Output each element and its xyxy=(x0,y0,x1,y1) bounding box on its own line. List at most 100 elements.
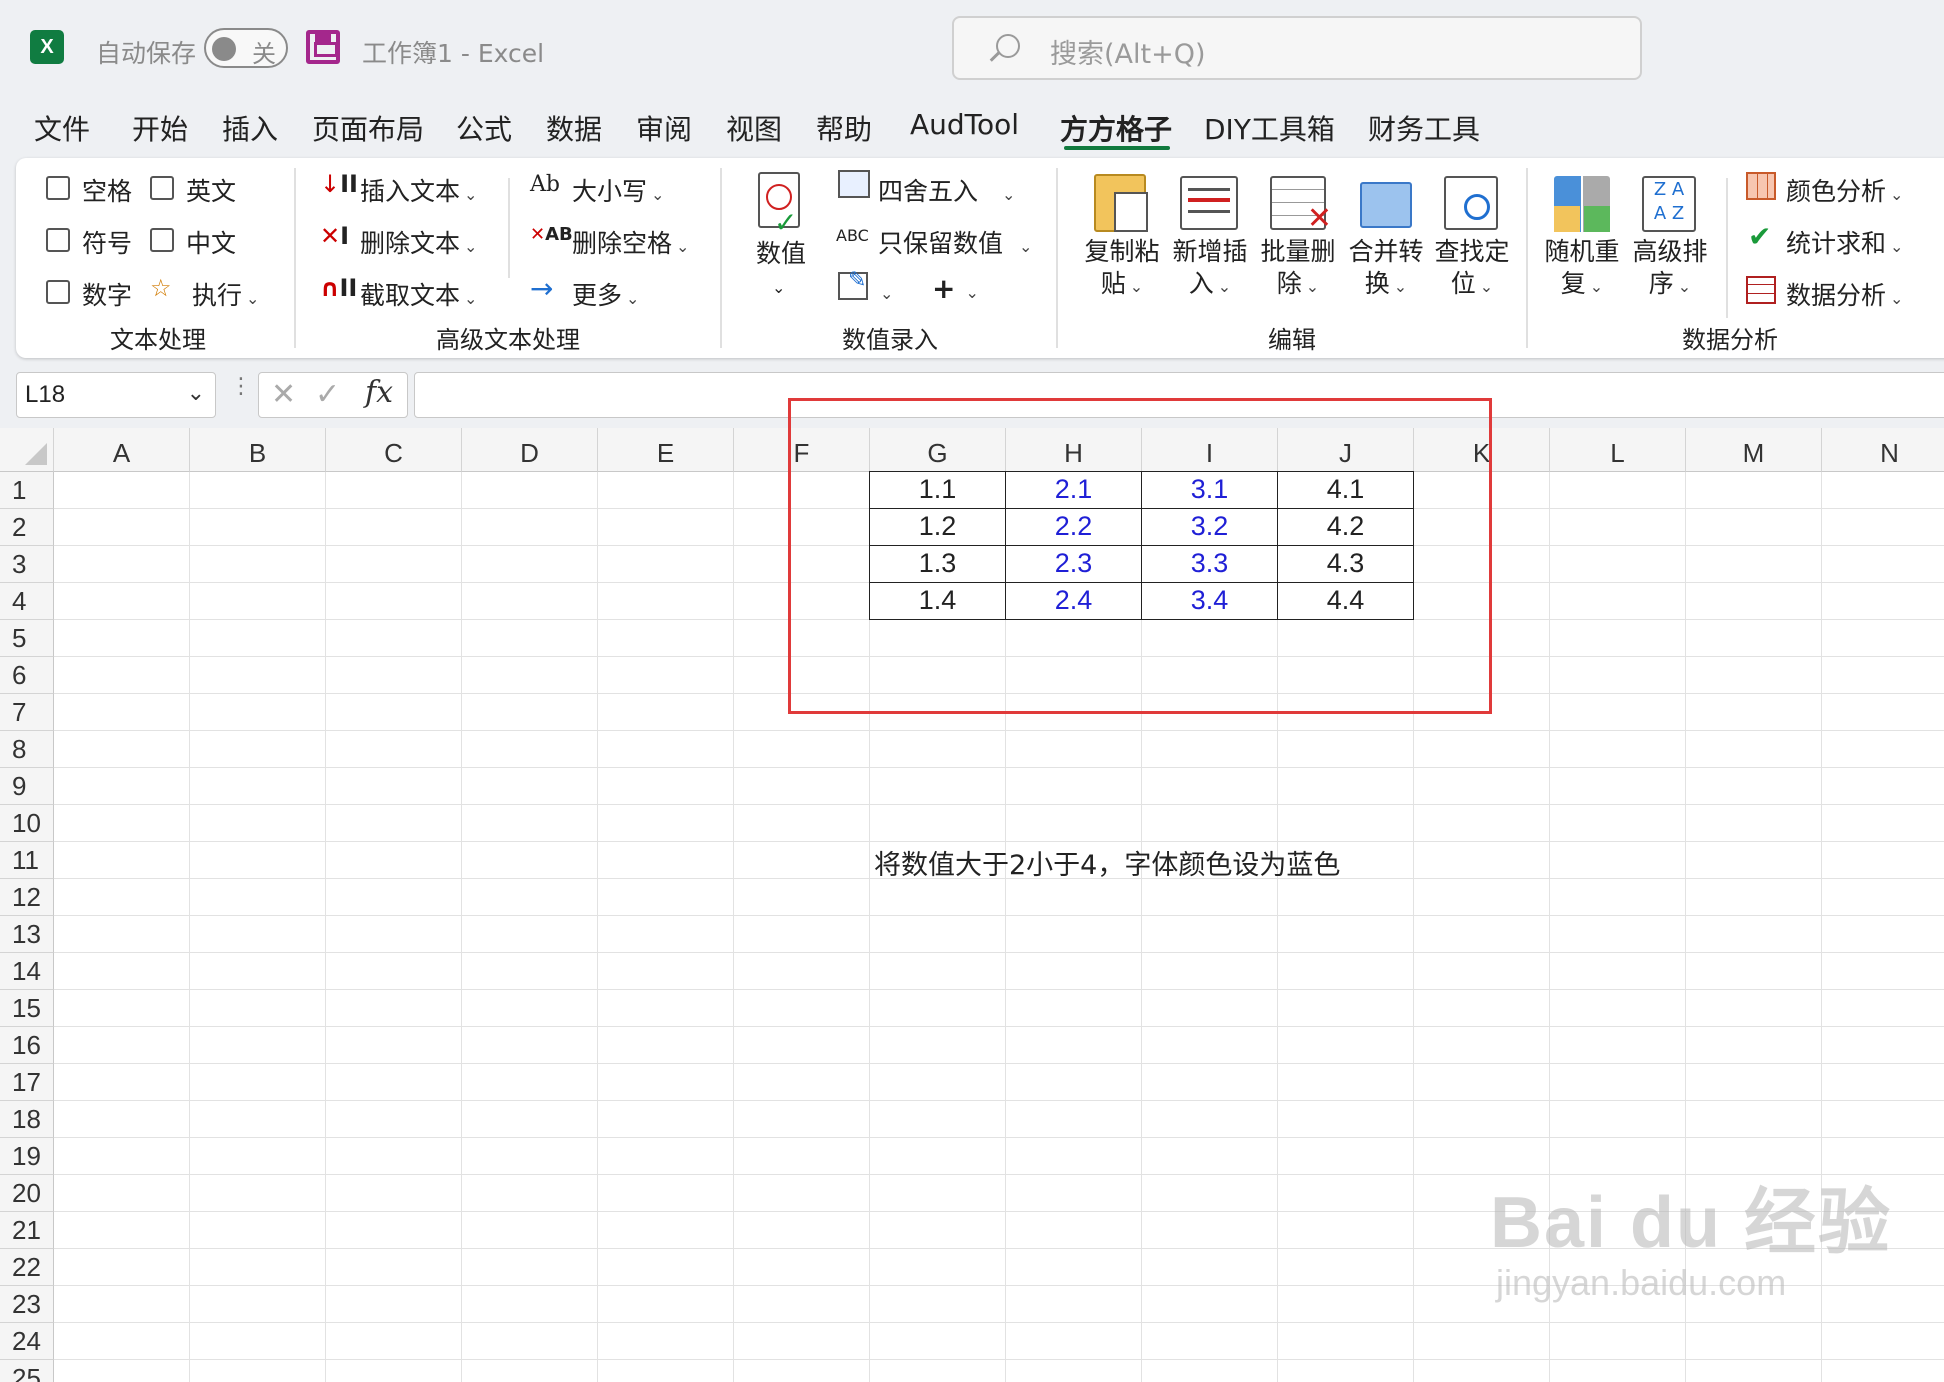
round-button[interactable]: 四舍五入 ⌄ xyxy=(878,172,1015,208)
delete-text-button[interactable]: 删除文本 ⌄ xyxy=(360,224,477,260)
ribbon: 空格 英文 符号 中文 数字 ☆ 执行 ⌄ 文本处理 ↓II 插入文本 ⌄ ✕I 删… xyxy=(16,158,1944,358)
new-insert-button[interactable]: 新增插入 ⌄ xyxy=(1166,236,1254,303)
tab-home[interactable]: 开始 xyxy=(132,108,188,148)
instruction-note[interactable]: 将数值大于2小于4，字体颜色设为蓝色 xyxy=(874,843,1340,882)
checkbox-english[interactable] xyxy=(150,176,174,200)
toggle-knob xyxy=(212,37,236,61)
row-header-7[interactable]: 7 xyxy=(0,694,54,731)
row-header-8[interactable]: 8 xyxy=(0,731,54,768)
group-label-edit: 编辑 xyxy=(1268,326,1316,354)
row-header-17[interactable]: 17 xyxy=(0,1064,54,1101)
tab-review[interactable]: 审阅 xyxy=(636,108,692,148)
autosave-toggle[interactable]: 关 xyxy=(204,28,288,68)
tab-page-layout[interactable]: 页面布局 xyxy=(312,108,424,148)
row-header-14[interactable]: 14 xyxy=(0,953,54,990)
checkbox-number[interactable] xyxy=(46,280,70,304)
column-header-m[interactable]: M xyxy=(1686,428,1822,472)
find-locate-icon xyxy=(1444,176,1498,230)
chevron-down-icon[interactable]: ⌄ xyxy=(187,381,205,406)
row-header-5[interactable]: 5 xyxy=(0,620,54,657)
row-header-15[interactable]: 15 xyxy=(0,990,54,1027)
column-header-l[interactable]: L xyxy=(1550,428,1686,472)
value-dropdown-chevron[interactable]: ⌄ xyxy=(772,272,785,304)
plus-button[interactable]: + ⌄ xyxy=(932,272,979,305)
check-icon[interactable]: ✓ xyxy=(315,377,340,412)
column-header-d[interactable]: D xyxy=(462,428,598,472)
case-button[interactable]: 大小写 ⌄ xyxy=(572,172,664,208)
column-header-b[interactable]: B xyxy=(190,428,326,472)
row-header-19[interactable]: 19 xyxy=(0,1138,54,1175)
select-all-corner[interactable] xyxy=(0,428,54,472)
random-repeat-button[interactable]: 随机重复 ⌄ xyxy=(1538,236,1626,303)
row-header-23[interactable]: 23 xyxy=(0,1286,54,1323)
more-options-icon[interactable]: ⋮ xyxy=(230,374,252,399)
row-header-4[interactable]: 4 xyxy=(0,583,54,620)
insert-text-button[interactable]: 插入文本 ⌄ xyxy=(360,172,477,208)
tab-file[interactable]: 文件 xyxy=(34,108,90,148)
spreadsheet-grid[interactable]: ABCDEFGHIJKLMN 1 2 3 4 5 6 7 8 9 10 11 12 13 14 15 16 17… xyxy=(0,398,1944,1382)
edit-pen-dropdown[interactable]: ⌄ xyxy=(876,276,893,305)
tab-finance-tools[interactable]: 财务工具 xyxy=(1368,108,1480,148)
name-box-value: L18 xyxy=(25,381,66,408)
more-button[interactable]: 更多 ⌄ xyxy=(572,276,639,312)
checkbox-symbol[interactable] xyxy=(46,228,70,252)
checkbox-space[interactable] xyxy=(46,176,70,200)
checkbox-chinese-label: 中文 xyxy=(186,229,237,258)
tab-view[interactable]: 视图 xyxy=(726,108,782,148)
data-analysis-button[interactable]: 数据分析 ⌄ xyxy=(1786,276,1903,312)
row-header-12[interactable]: 12 xyxy=(0,879,54,916)
row-header-13[interactable]: 13 xyxy=(0,916,54,953)
copy-paste-button[interactable]: 复制粘贴 ⌄ xyxy=(1078,236,1166,303)
grid-vline xyxy=(461,472,462,1382)
cancel-icon[interactable]: ✕ xyxy=(271,377,296,412)
batch-delete-button[interactable]: 批量删除 ⌄ xyxy=(1254,236,1342,303)
row-header-11[interactable]: 11 xyxy=(0,842,54,879)
name-box[interactable]: L18 ⌄ xyxy=(16,372,216,418)
find-locate-button[interactable]: 查找定位 ⌄ xyxy=(1428,236,1516,303)
value-icon: ✓ xyxy=(758,172,800,239)
search-box[interactable]: 搜索(Alt+Q) xyxy=(952,16,1642,80)
row-header-16[interactable]: 16 xyxy=(0,1027,54,1064)
tab-fangfang[interactable]: 方方格子 xyxy=(1060,108,1172,148)
row-header-3[interactable]: 3 xyxy=(0,546,54,583)
row-header-24[interactable]: 24 xyxy=(0,1323,54,1360)
column-header-n[interactable]: N xyxy=(1822,428,1944,472)
column-header-e[interactable]: E xyxy=(598,428,734,472)
document-title: 工作簿1 - Excel xyxy=(362,39,545,68)
stat-sum-icon: ✔ xyxy=(1748,220,1772,253)
column-header-c[interactable]: C xyxy=(326,428,462,472)
row-header-2[interactable]: 2 xyxy=(0,509,54,546)
execute-button[interactable]: 执行 ⌄ xyxy=(192,276,259,312)
highlight-box xyxy=(788,398,1492,714)
row-header-9[interactable]: 9 xyxy=(0,768,54,805)
merge-convert-button[interactable]: 合并转换 ⌄ xyxy=(1342,236,1430,303)
keep-value-button[interactable]: 只保留数值 ⌄ xyxy=(878,224,1032,260)
row-header-10[interactable]: 10 xyxy=(0,805,54,842)
tab-formulas[interactable]: 公式 xyxy=(456,108,512,148)
row-header-20[interactable]: 20 xyxy=(0,1175,54,1212)
group-separator xyxy=(1526,168,1528,348)
advanced-sort-button[interactable]: 高级排序 ⌄ xyxy=(1626,236,1714,303)
tab-insert[interactable]: 插入 xyxy=(222,108,278,148)
row-header-21[interactable]: 21 xyxy=(0,1212,54,1249)
extract-text-button[interactable]: 截取文本 ⌄ xyxy=(360,276,477,312)
tab-data[interactable]: 数据 xyxy=(546,108,602,148)
tab-diy-toolbox[interactable]: DIY工具箱 xyxy=(1204,108,1335,148)
value-button[interactable]: 数值 xyxy=(756,238,806,270)
color-analysis-button[interactable]: 颜色分析 ⌄ xyxy=(1786,172,1903,208)
tab-audtool[interactable]: AudTool xyxy=(910,108,1019,141)
row-header-25[interactable]: 25 xyxy=(0,1360,54,1382)
delete-space-button[interactable]: 删除空格 ⌄ xyxy=(572,224,689,260)
column-header-a[interactable]: A xyxy=(54,428,190,472)
row-header-1[interactable]: 1 xyxy=(0,472,54,509)
row-header-6[interactable]: 6 xyxy=(0,657,54,694)
grid-hline xyxy=(54,1026,1944,1027)
insert-function-icon[interactable]: fx xyxy=(365,375,393,410)
tab-help[interactable]: 帮助 xyxy=(816,108,872,148)
stat-sum-button[interactable]: 统计求和 ⌄ xyxy=(1786,224,1903,260)
checkbox-chinese[interactable] xyxy=(150,228,174,252)
row-header-22[interactable]: 22 xyxy=(0,1249,54,1286)
save-icon[interactable] xyxy=(306,30,340,64)
search-placeholder: 搜索(Alt+Q) xyxy=(1050,39,1206,70)
row-header-18[interactable]: 18 xyxy=(0,1101,54,1138)
